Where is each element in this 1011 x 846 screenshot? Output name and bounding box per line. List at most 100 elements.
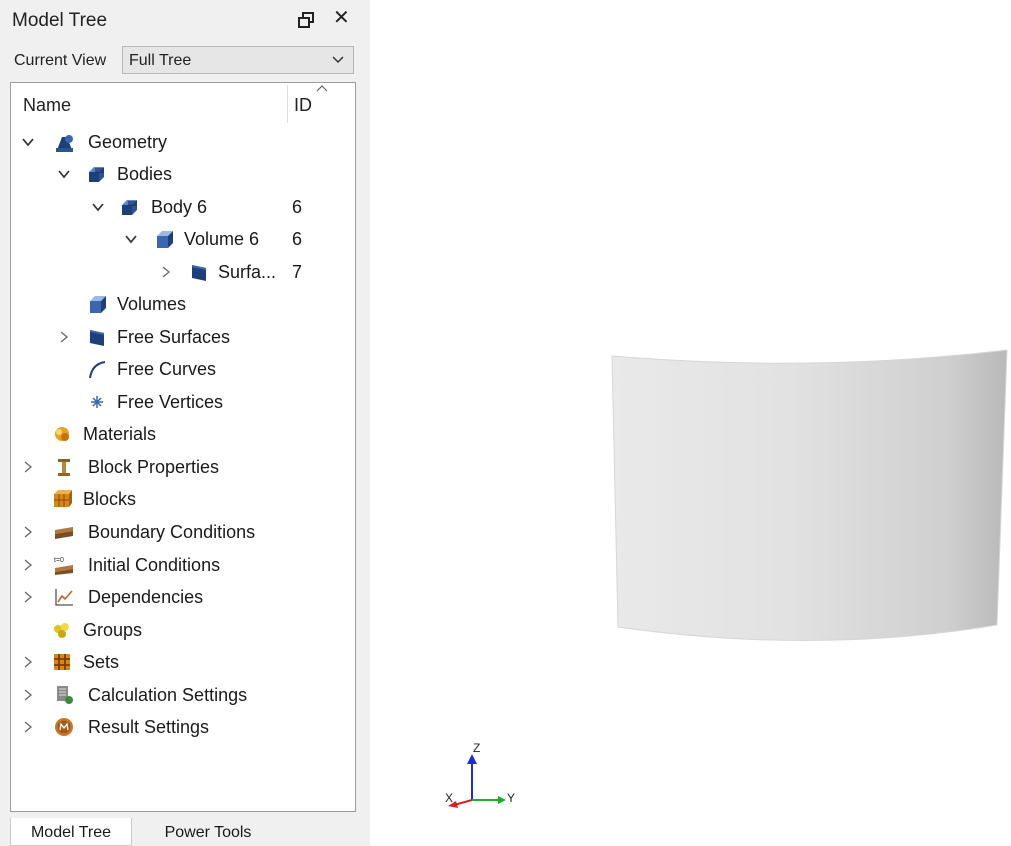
volume-icon: [157, 231, 173, 248]
tree-node-boundary-conditions[interactable]: Boundary Conditions: [11, 518, 355, 548]
tree-node-label: Materials: [83, 424, 157, 444]
tree-node-sets[interactable]: Sets: [11, 648, 355, 678]
curved-surface: [611, 349, 1008, 641]
chevron-right-icon[interactable]: [21, 688, 35, 702]
tree-node-surfa[interactable]: Surfa... 7: [11, 258, 355, 288]
tree-node-body-6[interactable]: Body 6 6: [11, 193, 355, 223]
tree-node-label: Bodies: [117, 164, 173, 184]
current-view-row: Current View Full Tree: [0, 44, 370, 78]
tree-node-id: 7: [292, 262, 303, 282]
tree-node-label: Volumes: [117, 294, 187, 314]
chevron-right-icon[interactable]: [21, 460, 35, 474]
materials-icon: [55, 427, 69, 441]
chevron-down-icon[interactable]: [124, 232, 138, 246]
tree-node-label: Initial Conditions: [88, 555, 221, 575]
chevron-right-icon[interactable]: [21, 525, 35, 539]
chevron-right-icon[interactable]: [57, 330, 71, 344]
tab-power-tools[interactable]: Power Tools: [133, 818, 283, 846]
tree-node-id: 6: [292, 197, 303, 217]
tree-node-id: 6: [292, 229, 303, 249]
tree-node-groups[interactable]: Groups: [11, 616, 355, 646]
tab-model-tree[interactable]: Model Tree: [10, 818, 132, 846]
close-icon[interactable]: ✕: [333, 8, 350, 28]
float-window-icon[interactable]: [298, 12, 314, 28]
tree-node-label: Block Properties: [88, 457, 220, 477]
tree-node-label: Volume 6: [184, 229, 260, 249]
chevron-right-icon[interactable]: [21, 558, 35, 572]
result-settings-icon: [55, 718, 73, 736]
tree-node-label: Result Settings: [88, 717, 210, 737]
current-view-select[interactable]: Full Tree: [122, 46, 354, 74]
groups-icon: [54, 623, 69, 638]
axis-triad: Z Y X: [440, 738, 520, 808]
column-divider[interactable]: [287, 85, 288, 123]
tree-node-label: Blocks: [83, 489, 137, 509]
tree-node-result-settings[interactable]: Result Settings: [11, 713, 355, 743]
tree-node-label: Surfa...: [218, 262, 277, 282]
triad-y-label: Y: [507, 791, 515, 805]
vertex-icon: [91, 396, 103, 408]
chevron-down-icon[interactable]: [57, 167, 71, 181]
sort-ascending-icon: [316, 85, 328, 92]
chevron-down-icon[interactable]: [91, 200, 105, 214]
initial-conditions-icon: t=0: [54, 557, 73, 575]
current-view-value: Full Tree: [129, 52, 192, 69]
calculation-settings-icon: [57, 686, 73, 704]
tab-label: Power Tools: [164, 824, 252, 841]
tree-node-geometry[interactable]: Geometry: [11, 128, 355, 158]
tree-node-block-properties[interactable]: Block Properties: [11, 453, 355, 483]
volume-icon: [90, 296, 106, 313]
boundary-conditions-icon: [55, 527, 73, 539]
panel-tabs: Model Tree Power Tools: [0, 818, 370, 846]
tree-node-free-curves[interactable]: Free Curves: [11, 355, 355, 385]
tree-node-calculation-settings[interactable]: Calculation Settings: [11, 681, 355, 711]
curve-icon: [89, 361, 106, 379]
blocks-icon: [54, 490, 72, 507]
tree-node-volume-6[interactable]: Volume 6 6: [11, 225, 355, 255]
chevron-down-icon: [332, 56, 344, 64]
tree-node-label: Free Curves: [117, 359, 217, 379]
chevron-right-icon[interactable]: [21, 590, 35, 604]
tree-node-label: Geometry: [88, 132, 168, 152]
chevron-right-icon[interactable]: [21, 655, 35, 669]
tree-node-label: Groups: [83, 620, 143, 640]
column-header-id[interactable]: ID: [294, 95, 312, 116]
dependencies-graph-icon: [55, 589, 73, 606]
tree-node-dependencies[interactable]: Dependencies: [11, 583, 355, 613]
body-icon: [89, 167, 104, 182]
panel-titlebar: Model Tree ✕: [0, 6, 370, 36]
tree-node-label: Body 6: [151, 197, 208, 217]
tree-node-free-vertices[interactable]: Free Vertices: [11, 388, 355, 418]
model-tree-view[interactable]: Name ID Geometry Bodies Body 6 6 Volume 6 6 Su…: [10, 82, 356, 812]
column-header-name[interactable]: Name: [23, 95, 71, 116]
i-beam-icon: [58, 459, 70, 476]
tree-node-free-surfaces[interactable]: Free Surfaces: [11, 323, 355, 353]
tree-node-label: Boundary Conditions: [88, 522, 256, 542]
body-icon: [122, 200, 137, 215]
tree-node-label: Calculation Settings: [88, 685, 248, 705]
tree-node-label: Dependencies: [88, 587, 204, 607]
tree-node-volumes[interactable]: Volumes: [11, 290, 355, 320]
tree-node-label: Sets: [83, 652, 120, 672]
tree-node-initial-conditions[interactable]: t=0 Initial Conditions: [11, 551, 355, 581]
current-view-label: Current View: [14, 52, 107, 69]
model-tree-panel: Model Tree ✕ Current View Full Tree Name…: [0, 0, 370, 846]
chevron-right-icon[interactable]: [21, 720, 35, 734]
tab-label: Model Tree: [30, 824, 112, 841]
tree-node-materials[interactable]: Materials: [11, 420, 355, 450]
geometry-icon: [56, 135, 73, 152]
tree-node-bodies[interactable]: Bodies: [11, 160, 355, 190]
chevron-down-icon[interactable]: [21, 135, 35, 149]
tree-node-blocks[interactable]: Blocks: [11, 485, 355, 515]
svg-text:t=0: t=0: [54, 557, 64, 564]
triad-x-label: X: [445, 791, 453, 805]
panel-title: Model Tree: [12, 10, 108, 31]
chevron-right-icon[interactable]: [159, 265, 173, 279]
triad-z-label: Z: [473, 741, 480, 755]
graphics-viewport[interactable]: [370, 0, 1011, 846]
surface-icon: [90, 330, 104, 346]
surface-render: [611, 349, 1008, 641]
sets-grid-icon: [54, 654, 70, 670]
tree-node-label: Free Vertices: [117, 392, 224, 412]
surface-icon: [192, 265, 206, 281]
